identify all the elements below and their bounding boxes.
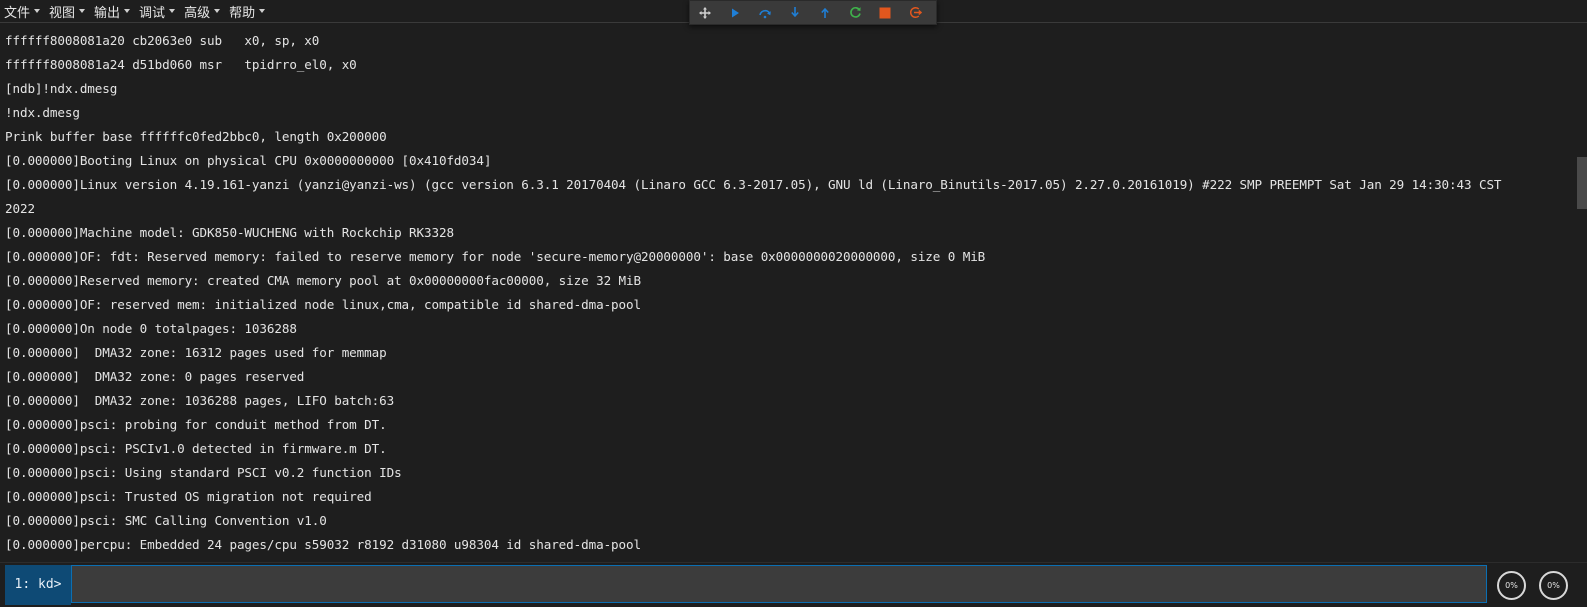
stop-icon <box>879 7 891 18</box>
output-line: [0.000000]percpu: Embedded 24 pages/cpu … <box>5 537 641 552</box>
command-prompt: 1: kd> <box>5 565 71 605</box>
menu-advanced-label: 高级 <box>184 5 211 21</box>
step-into-button[interactable] <box>780 1 810 24</box>
step-into-icon <box>791 7 799 18</box>
output-line: 2022 <box>5 201 35 216</box>
command-bar: 1: kd> 0% 0% <box>0 562 1587 607</box>
menu-file-label: 文件 <box>4 5 31 21</box>
output-line: [0.000000]psci: probing for conduit meth… <box>5 417 387 432</box>
output-line: [0.000000]psci: Using standard PSCI v0.2… <box>5 465 402 480</box>
output-line: [0.000000]Booting Linux on physical CPU … <box>5 153 492 168</box>
output-line: [0.000000]OF: reserved mem: initialized … <box>5 297 641 312</box>
output-line: [0.000000] DMA32 zone: 1036288 pages, LI… <box>5 393 395 408</box>
menu-debug[interactable]: 调试 <box>135 1 180 21</box>
move-icon <box>699 6 711 19</box>
output-line: [0.000000]psci: SMC Calling Convention v… <box>5 513 327 528</box>
continue-button[interactable] <box>720 1 750 24</box>
chevron-down-icon <box>124 9 131 13</box>
restart-button[interactable] <box>840 1 870 24</box>
debug-toolbar <box>689 0 937 25</box>
debug-output[interactable]: ffffff8008081a20 cb2063e0 sub x0, sp, x0… <box>0 29 1570 557</box>
chevron-down-icon <box>259 9 266 13</box>
output-line: ffffff8008081a20 cb2063e0 sub x0, sp, x0 <box>5 33 320 48</box>
output-line: [0.000000] DMA32 zone: 0 pages reserved <box>5 369 305 384</box>
command-input[interactable] <box>71 565 1487 603</box>
chevron-down-icon <box>169 9 176 13</box>
step-out-icon <box>821 7 829 18</box>
menu-view-label: 视图 <box>49 5 76 21</box>
continue-icon <box>732 8 739 17</box>
disconnect-icon <box>909 6 922 19</box>
menu-help[interactable]: 帮助 <box>225 1 270 21</box>
output-line: ffffff8008081a24 d51bd060 msr tpidrro_el… <box>5 57 357 72</box>
output-line: [ndb]!ndx.dmesg <box>5 81 118 96</box>
output-line: [0.000000]Linux version 4.19.161-yanzi (… <box>5 177 1502 192</box>
output-line: [0.000000]Machine model: GDK850-WUCHENG … <box>5 225 454 240</box>
stop-button[interactable] <box>870 1 900 24</box>
output-line: [0.000000]OF: fdt: Reserved memory: fail… <box>5 249 986 264</box>
output-line: [0.000000]Reserved memory: created CMA m… <box>5 273 641 288</box>
step-over-button[interactable] <box>750 1 780 24</box>
step-over-icon <box>759 9 771 18</box>
output-scrollbar-thumb[interactable] <box>1577 157 1587 209</box>
output-line: Prink buffer base ffffffc0fed2bbc0, leng… <box>5 129 387 144</box>
disconnect-button[interactable] <box>900 1 930 24</box>
menu-output-label: 输出 <box>94 5 121 21</box>
output-line: [0.000000] DMA32 zone: 16312 pages used … <box>5 345 387 360</box>
chevron-down-icon <box>79 9 86 13</box>
chevron-down-icon <box>214 9 221 13</box>
menu-output[interactable]: 输出 <box>90 1 135 21</box>
chevron-down-icon <box>34 9 41 13</box>
output-line: !ndx.dmesg <box>5 105 80 120</box>
menu-advanced[interactable]: 高级 <box>180 1 225 21</box>
usage-gauge-1: 0% <box>1497 571 1526 600</box>
step-out-button[interactable] <box>810 1 840 24</box>
menu-view[interactable]: 视图 <box>45 1 90 21</box>
debugger-window: 文件 视图 输出 调试 高级 帮助 ffffff8008081a20 cb206… <box>0 0 1587 607</box>
menu-help-label: 帮助 <box>229 5 256 21</box>
usage-gauge-2: 0% <box>1539 571 1568 600</box>
menu-file[interactable]: 文件 <box>0 1 45 21</box>
output-line: [0.000000]psci: Trusted OS migration not… <box>5 489 372 504</box>
restart-icon <box>849 6 861 18</box>
output-line: [0.000000]psci: PSCIv1.0 detected in fir… <box>5 441 387 456</box>
menu-debug-label: 调试 <box>139 5 166 21</box>
move-toolbar-handle[interactable] <box>690 1 720 24</box>
output-line: [0.000000]On node 0 totalpages: 1036288 <box>5 321 297 336</box>
